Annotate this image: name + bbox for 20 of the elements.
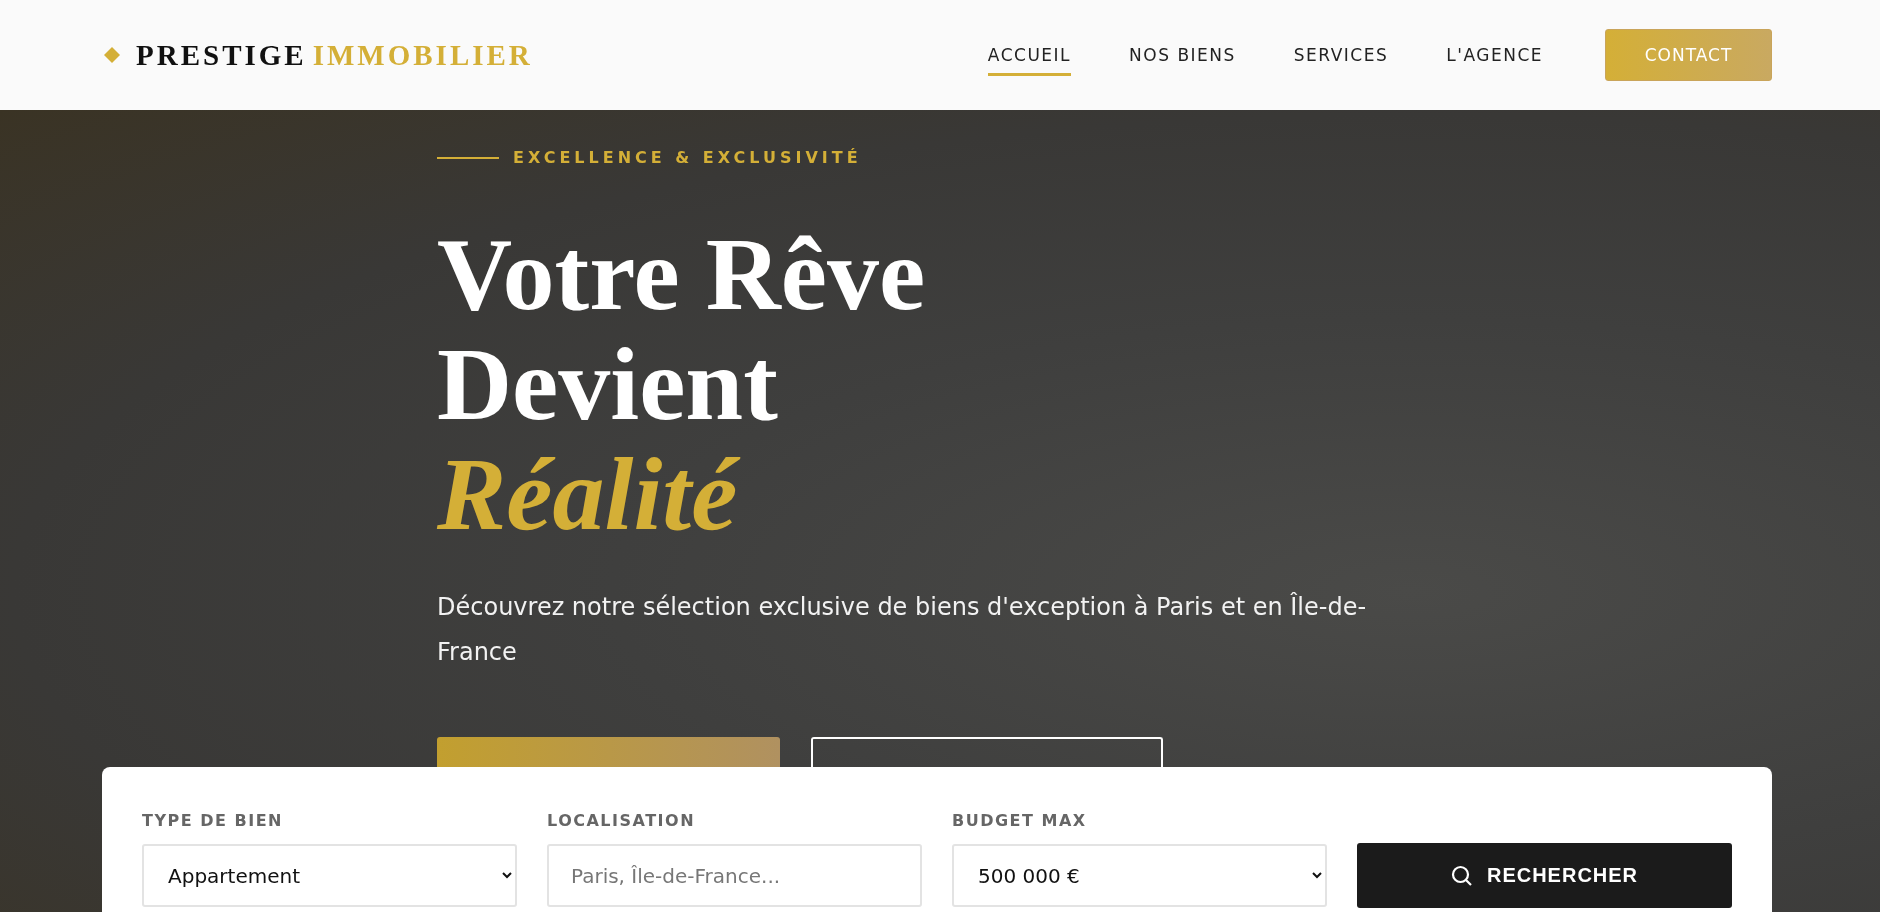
hero-title: Votre Rêve: [437, 219, 926, 329]
logo-text: IMMOBILIER: [312, 38, 533, 71]
nav-link[interactable]: ACCUEIL: [987, 34, 1072, 76]
nav-link[interactable]: NOS BIENS: [1129, 34, 1236, 76]
field-label: TYPE DE BIEN: [142, 811, 284, 830]
nav-link[interactable]: SERVICES: [1293, 34, 1389, 76]
field-label: LOCALISATION: [547, 811, 697, 830]
field-label: BUDGET MAX: [952, 811, 1088, 830]
diamond-icon: [104, 47, 120, 63]
explore-button[interactable]: [437, 737, 780, 769]
hero-title: Devient: [437, 329, 778, 439]
select-field[interactable]: 500 000 €: [952, 844, 1327, 907]
nav-link[interactable]: L'AGENCE: [1446, 34, 1543, 76]
search-button[interactable]: RECHERCHER: [1357, 843, 1732, 908]
logo-text: PRESTIGE: [136, 38, 307, 71]
tagline: EXCELLENCE & EXCLUSIVITÉ: [513, 148, 862, 167]
search-icon: [1450, 864, 1473, 887]
location-field[interactable]: Paris, Île-de-France...: [547, 844, 922, 907]
hero-subtitle: Découvrez notre sélection exclusive de biens d'exception à Paris et en Île-de-France: [437, 591, 1368, 668]
select-field[interactable]: Appartement: [142, 844, 517, 907]
